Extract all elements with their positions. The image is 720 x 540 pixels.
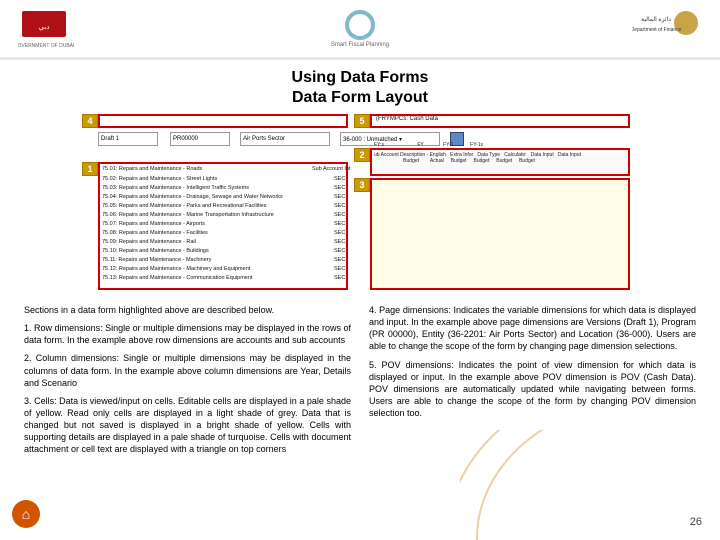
home-icon: ⌂ [22, 506, 30, 522]
item-5: 5. POV dimensions: Indicates the point o… [369, 359, 696, 420]
center-caption: Smart Fiscal Planning [331, 42, 389, 48]
slide-title: Using Data Forms Data Form Layout [0, 68, 720, 108]
dof-logo: دائرة المالية Department of Finance [632, 5, 702, 53]
row-val: SEC [334, 230, 345, 236]
svg-text:دائرة المالية: دائرة المالية [641, 16, 671, 23]
table-row: 75.04: Repairs and Maintenance - Drainag… [102, 194, 342, 200]
table-row: 75.06: Repairs and Maintenance - Marine … [102, 212, 342, 218]
callout-4: 4 [82, 114, 98, 128]
table-row: 75.01: Repairs and Maintenance - Roads [102, 166, 342, 172]
row-val: SEC [334, 239, 345, 245]
title-line-1: Using Data Forms [0, 68, 720, 88]
fy-labels: FY:s FY FY-1 FY-1s [374, 142, 483, 148]
item-1: 1. Row dimensions: Single or multiple di… [24, 322, 351, 346]
row-val: SEC [334, 221, 345, 227]
table-row: 75.13: Repairs and Maintenance - Communi… [102, 275, 342, 281]
row-val: SEC [334, 266, 345, 272]
smart-fiscal-logo: Smart Fiscal Planning [331, 10, 389, 48]
svg-text:دبي: دبي [39, 24, 50, 31]
column-headers: ub Account Description - English Extra I… [374, 152, 624, 164]
form-layout-diagram: 5 (FRYMPCs: Cash Data 4 Draft 1 PR00000 … [80, 114, 640, 294]
callout-5: 5 [354, 114, 370, 128]
title-line-2: Data Form Layout [0, 88, 720, 108]
row-val: SEC [334, 275, 345, 281]
dropdown-entity[interactable]: Air Ports Sector [240, 132, 330, 146]
item-2: 2. Column dimensions: Single or multiple… [24, 352, 351, 388]
table-row: 75.12: Repairs and Maintenance - Machine… [102, 266, 342, 272]
row-val: SEC [334, 248, 345, 254]
row-val: SEC [334, 176, 345, 182]
table-row: 75.02: Repairs and Maintenance - Street … [102, 176, 342, 182]
table-row: 75.10: Repairs and Maintenance - Buildin… [102, 248, 342, 254]
callout-3: 3 [354, 178, 370, 192]
table-row: 75.03: Repairs and Maintenance - Intelli… [102, 185, 342, 191]
home-button[interactable]: ⌂ [12, 500, 40, 528]
page-number: 26 [690, 516, 702, 528]
dropdown-version[interactable]: Draft 1 [98, 132, 158, 146]
table-row: 75.05: Repairs and Maintenance - Parks a… [102, 203, 342, 209]
dof-caption: Department of Finance [632, 27, 682, 33]
table-row: 75.08: Repairs and Maintenance - Facilit… [102, 230, 342, 236]
table-row: 75.09: Repairs and Maintenance - Rail [102, 239, 342, 245]
callout-1: 1 [82, 162, 98, 176]
slide-header: دبي GOVERNMENT OF DUBAI Smart Fiscal Plan… [0, 0, 720, 60]
callout-2: 2 [354, 148, 370, 162]
left-column: Sections in a data form highlighted abov… [24, 304, 351, 462]
intro-text: Sections in a data form highlighted abov… [24, 304, 351, 316]
dropdown-program[interactable]: PR00000 [170, 132, 230, 146]
table-row: 75.11: Repairs and Maintenance - Machine… [102, 257, 342, 263]
row-val: SEC [334, 194, 345, 200]
ring-icon [345, 10, 375, 40]
box-cells [370, 178, 630, 290]
pov-text: (FRYMPCs: Cash Data [376, 116, 438, 122]
description-columns: Sections in a data form highlighted abov… [0, 294, 720, 462]
item-4: 4. Page dimensions: Indicates the variab… [369, 304, 696, 353]
row-val: SEC [334, 203, 345, 209]
right-column: 4. Page dimensions: Indicates the variab… [369, 304, 696, 462]
item-3: 3. Cells: Data is viewed/input on cells.… [24, 395, 351, 456]
gov-dubai-caption: GOVERNMENT OF DUBAI [18, 43, 74, 49]
row-val: SEC [334, 212, 345, 218]
row-val: Sub Account Int [312, 166, 351, 172]
gov-dubai-logo: دبي GOVERNMENT OF DUBAI [18, 5, 88, 53]
box-page-dims [98, 114, 348, 128]
table-row: 75.07: Repairs and Maintenance - Airport… [102, 221, 342, 227]
row-val: SEC [334, 185, 345, 191]
row-val: SEC [334, 257, 345, 263]
